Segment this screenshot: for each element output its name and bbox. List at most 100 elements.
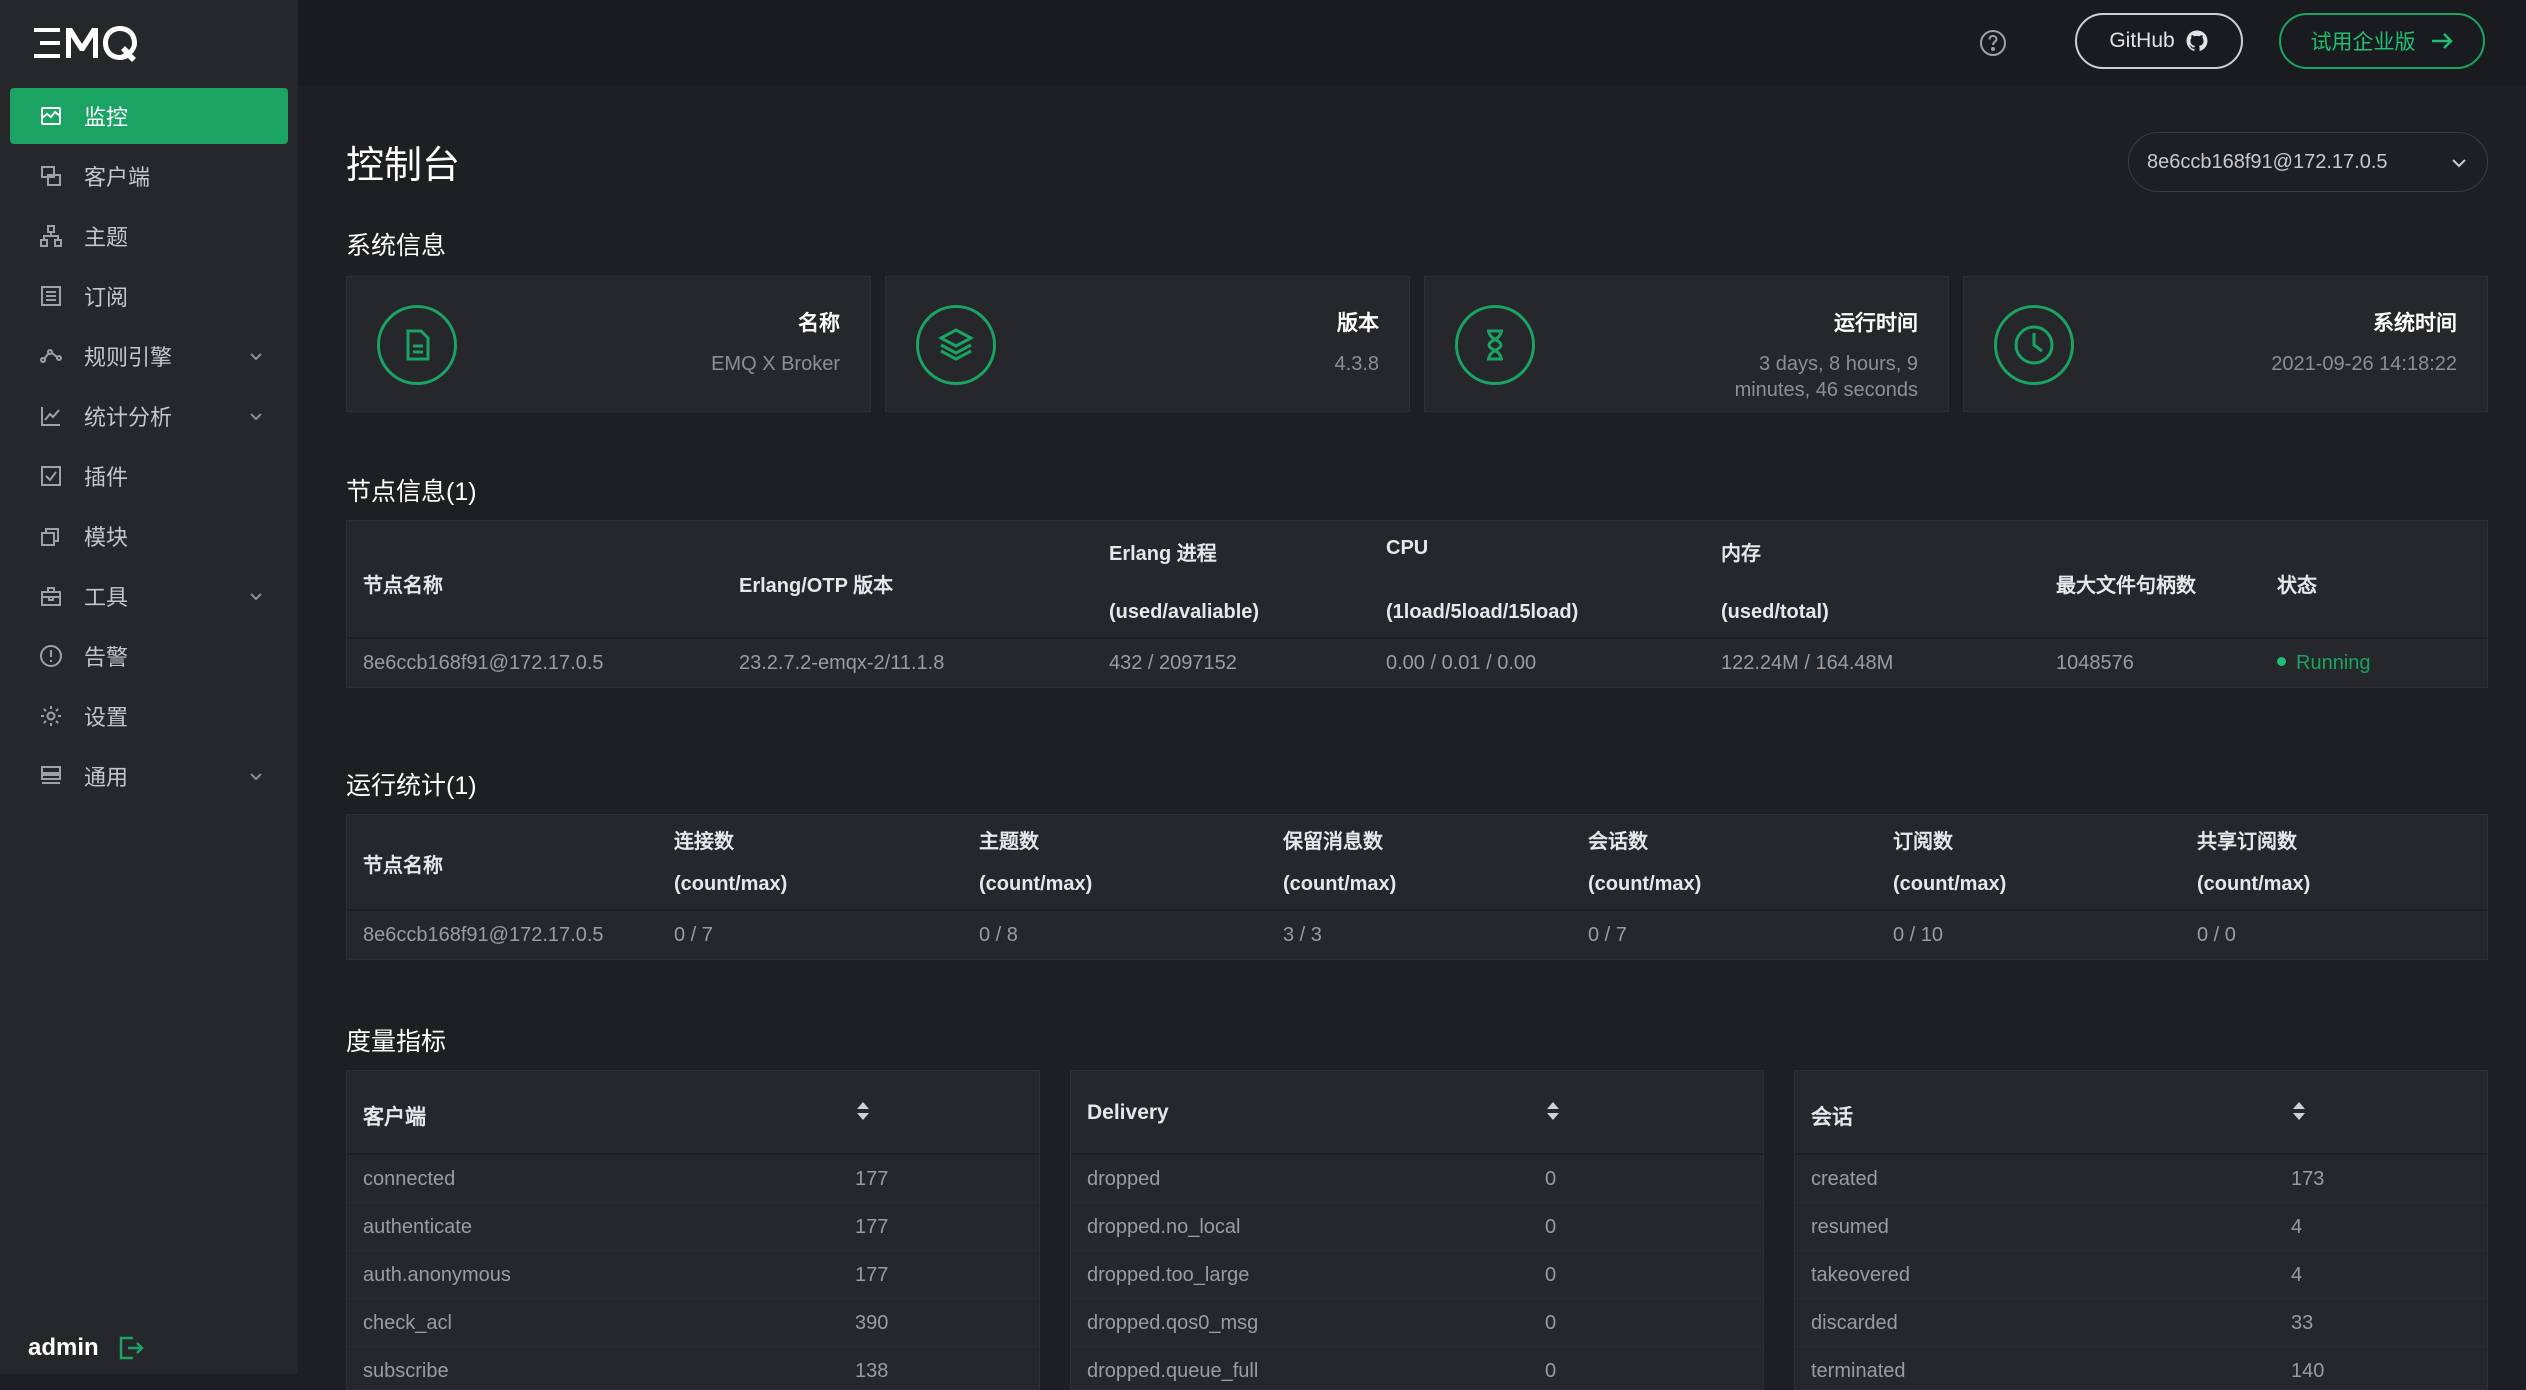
cell-topics: 0 / 8 <box>979 924 1018 946</box>
metric-value: 177 <box>855 1264 889 1286</box>
sidebar-item-tools[interactable]: 工具 <box>10 568 288 624</box>
metric-key: auth.anonymous <box>363 1264 511 1286</box>
sidebar-item-plugins[interactable]: 插件 <box>10 448 288 504</box>
node-select[interactable]: 8e6ccb168f91@172.17.0.5 <box>2128 132 2488 192</box>
metric-value: 33 <box>2291 1312 2314 1334</box>
sidebar-item-rule-engine[interactable]: 规则引擎 <box>10 328 288 384</box>
metric-row: dropped 0 <box>1071 1155 1763 1203</box>
main-content: 控制台 8e6ccb168f91@172.17.0.5 系统信息 名称 EMQ … <box>298 86 2526 1390</box>
tools-icon <box>38 583 64 609</box>
sidebar-item-settings[interactable]: 设置 <box>10 688 288 744</box>
col-connections: 连接数 <box>674 831 734 853</box>
card-label: 运行时间 <box>1834 312 1918 335</box>
monitor-icon <box>38 103 64 129</box>
card-value: EMQ X Broker <box>711 353 840 375</box>
metric-row: subscribe 138 <box>347 1347 1039 1389</box>
sidebar-item-label: 模块 <box>84 525 129 550</box>
logout-icon[interactable] <box>117 1334 145 1362</box>
sidebar-item-label: 插件 <box>84 465 129 490</box>
metric-row: dropped.qos0_msg 0 <box>1071 1299 1763 1347</box>
sidebar-item-monitor[interactable]: 监控 <box>10 88 288 144</box>
card-label: 版本 <box>1337 312 1379 335</box>
sidebar-item-label: 统计分析 <box>84 405 173 430</box>
col-memory-sub: (used/total) <box>1721 601 1829 623</box>
metric-key: authenticate <box>363 1216 472 1238</box>
metric-value: 0 <box>1545 1360 1557 1382</box>
emq-logo[interactable] <box>34 24 174 62</box>
metric-row: resumed 4 <box>1795 1203 2487 1251</box>
alarm-icon <box>38 643 64 669</box>
sidebar-item-modules[interactable]: 模块 <box>10 508 288 564</box>
col-shared-subscriptions: 共享订阅数 <box>2197 831 2297 853</box>
sidebar-item-topics[interactable]: 主题 <box>10 208 288 264</box>
cell-node-name: 8e6ccb168f91@172.17.0.5 <box>363 924 604 946</box>
metric-key: dropped.too_large <box>1087 1264 1250 1286</box>
cell-node-name: 8e6ccb168f91@172.17.0.5 <box>363 652 604 674</box>
plugins-icon <box>38 463 64 489</box>
metric-key: dropped <box>1087 1168 1161 1190</box>
col-erlang-process-sub: (used/avaliable) <box>1109 601 1260 623</box>
sort-icon[interactable] <box>1545 1099 1561 1123</box>
table-header: 节点名称 连接数 (count/max) 主题数 (count/max) 保留消… <box>347 815 2487 911</box>
subscriptions-icon <box>38 283 64 309</box>
card-label: 系统时间 <box>2373 312 2457 335</box>
metrics-panel-delivery: Delivery dropped 0 dropped.no_local 0 drop… <box>1070 1070 1764 1390</box>
metric-key: terminated <box>1811 1360 1906 1382</box>
cell-memory: 122.24M / 164.48M <box>1721 652 1894 674</box>
file-icon <box>377 305 457 385</box>
status-dot-icon <box>2277 657 2286 667</box>
metrics-panel-header: Delivery <box>1071 1071 1763 1155</box>
metric-row: dropped.queue_full 0 <box>1071 1347 1763 1389</box>
chevron-down-icon <box>2452 159 2466 168</box>
table-row: 8e6ccb168f91@172.17.0.5 0 / 7 0 / 8 3 / … <box>347 911 2487 959</box>
hourglass-icon <box>1455 305 1535 385</box>
metric-key: takeovered <box>1811 1264 1910 1286</box>
col-connections-sub: (count/max) <box>674 873 788 895</box>
metric-row: authenticate 177 <box>347 1203 1039 1251</box>
stats-table: 节点名称 连接数 (count/max) 主题数 (count/max) 保留消… <box>346 814 2488 960</box>
metric-key: check_acl <box>363 1312 452 1334</box>
cell-status: Running <box>2277 652 2371 675</box>
sidebar-item-alarm[interactable]: 告警 <box>10 628 288 684</box>
sidebar-item-subscriptions[interactable]: 订阅 <box>10 268 288 324</box>
cell-connections: 0 / 7 <box>674 924 713 946</box>
col-memory: 内存 <box>1721 543 1761 565</box>
cell-otp-version: 23.2.7.2-emqx-2/11.1.8 <box>739 652 945 674</box>
metric-row: dropped.no_local 0 <box>1071 1203 1763 1251</box>
sort-icon[interactable] <box>855 1099 871 1123</box>
metric-row: check_acl 390 <box>347 1299 1039 1347</box>
metric-value: 0 <box>1545 1216 1557 1238</box>
col-retained-sub: (count/max) <box>1283 873 1397 895</box>
user-bar: admin <box>28 1322 145 1374</box>
sidebar-item-analytics[interactable]: 统计分析 <box>10 388 288 444</box>
metrics-panel-header: 会话 <box>1795 1071 2487 1155</box>
col-subscriptions-sub: (count/max) <box>1893 873 2007 895</box>
node-info-table: 节点名称 Erlang/OTP 版本 Erlang 进程 (used/avali… <box>346 520 2488 688</box>
chevron-down-icon <box>250 353 262 361</box>
sidebar-item-clients[interactable]: 客户端 <box>10 148 288 204</box>
col-sessions-sub: (count/max) <box>1588 873 1702 895</box>
metrics-panel-session: 会话 created 173 resumed 4 takeovered 4 disca… <box>1794 1070 2488 1390</box>
enterprise-trial-button[interactable]: 试用企业版 <box>2279 13 2485 69</box>
col-node-name: 节点名称 <box>363 855 443 877</box>
sidebar-item-label: 告警 <box>84 645 129 670</box>
metric-value: 177 <box>855 1168 889 1190</box>
github-button[interactable]: GitHub <box>2075 13 2243 69</box>
info-card-system-time: 系统时间 2021-09-26 14:18:22 <box>1963 276 2488 412</box>
sidebar-item-general[interactable]: 通用 <box>10 748 288 804</box>
cell-max-fds: 1048576 <box>2056 652 2134 674</box>
node-info-title: 节点信息(1) <box>346 478 477 506</box>
sort-icon[interactable] <box>2291 1099 2307 1123</box>
info-card-name: 名称 EMQ X Broker <box>346 276 871 412</box>
help-icon[interactable] <box>1978 28 2008 58</box>
chevron-down-icon <box>250 773 262 781</box>
cell-erlang-process: 432 / 2097152 <box>1109 652 1237 674</box>
page-title: 控制台 <box>346 145 461 187</box>
chevron-down-icon <box>250 593 262 601</box>
info-card-uptime: 运行时间 3 days, 8 hours, 9 minutes, 46 seco… <box>1424 276 1949 412</box>
enterprise-trial-label: 试用企业版 <box>2310 31 2416 54</box>
sidebar-item-label: 工具 <box>84 585 129 610</box>
metric-row: connected 177 <box>347 1155 1039 1203</box>
username: admin <box>28 1334 99 1361</box>
cell-cpu: 0.00 / 0.01 / 0.00 <box>1386 652 1537 674</box>
